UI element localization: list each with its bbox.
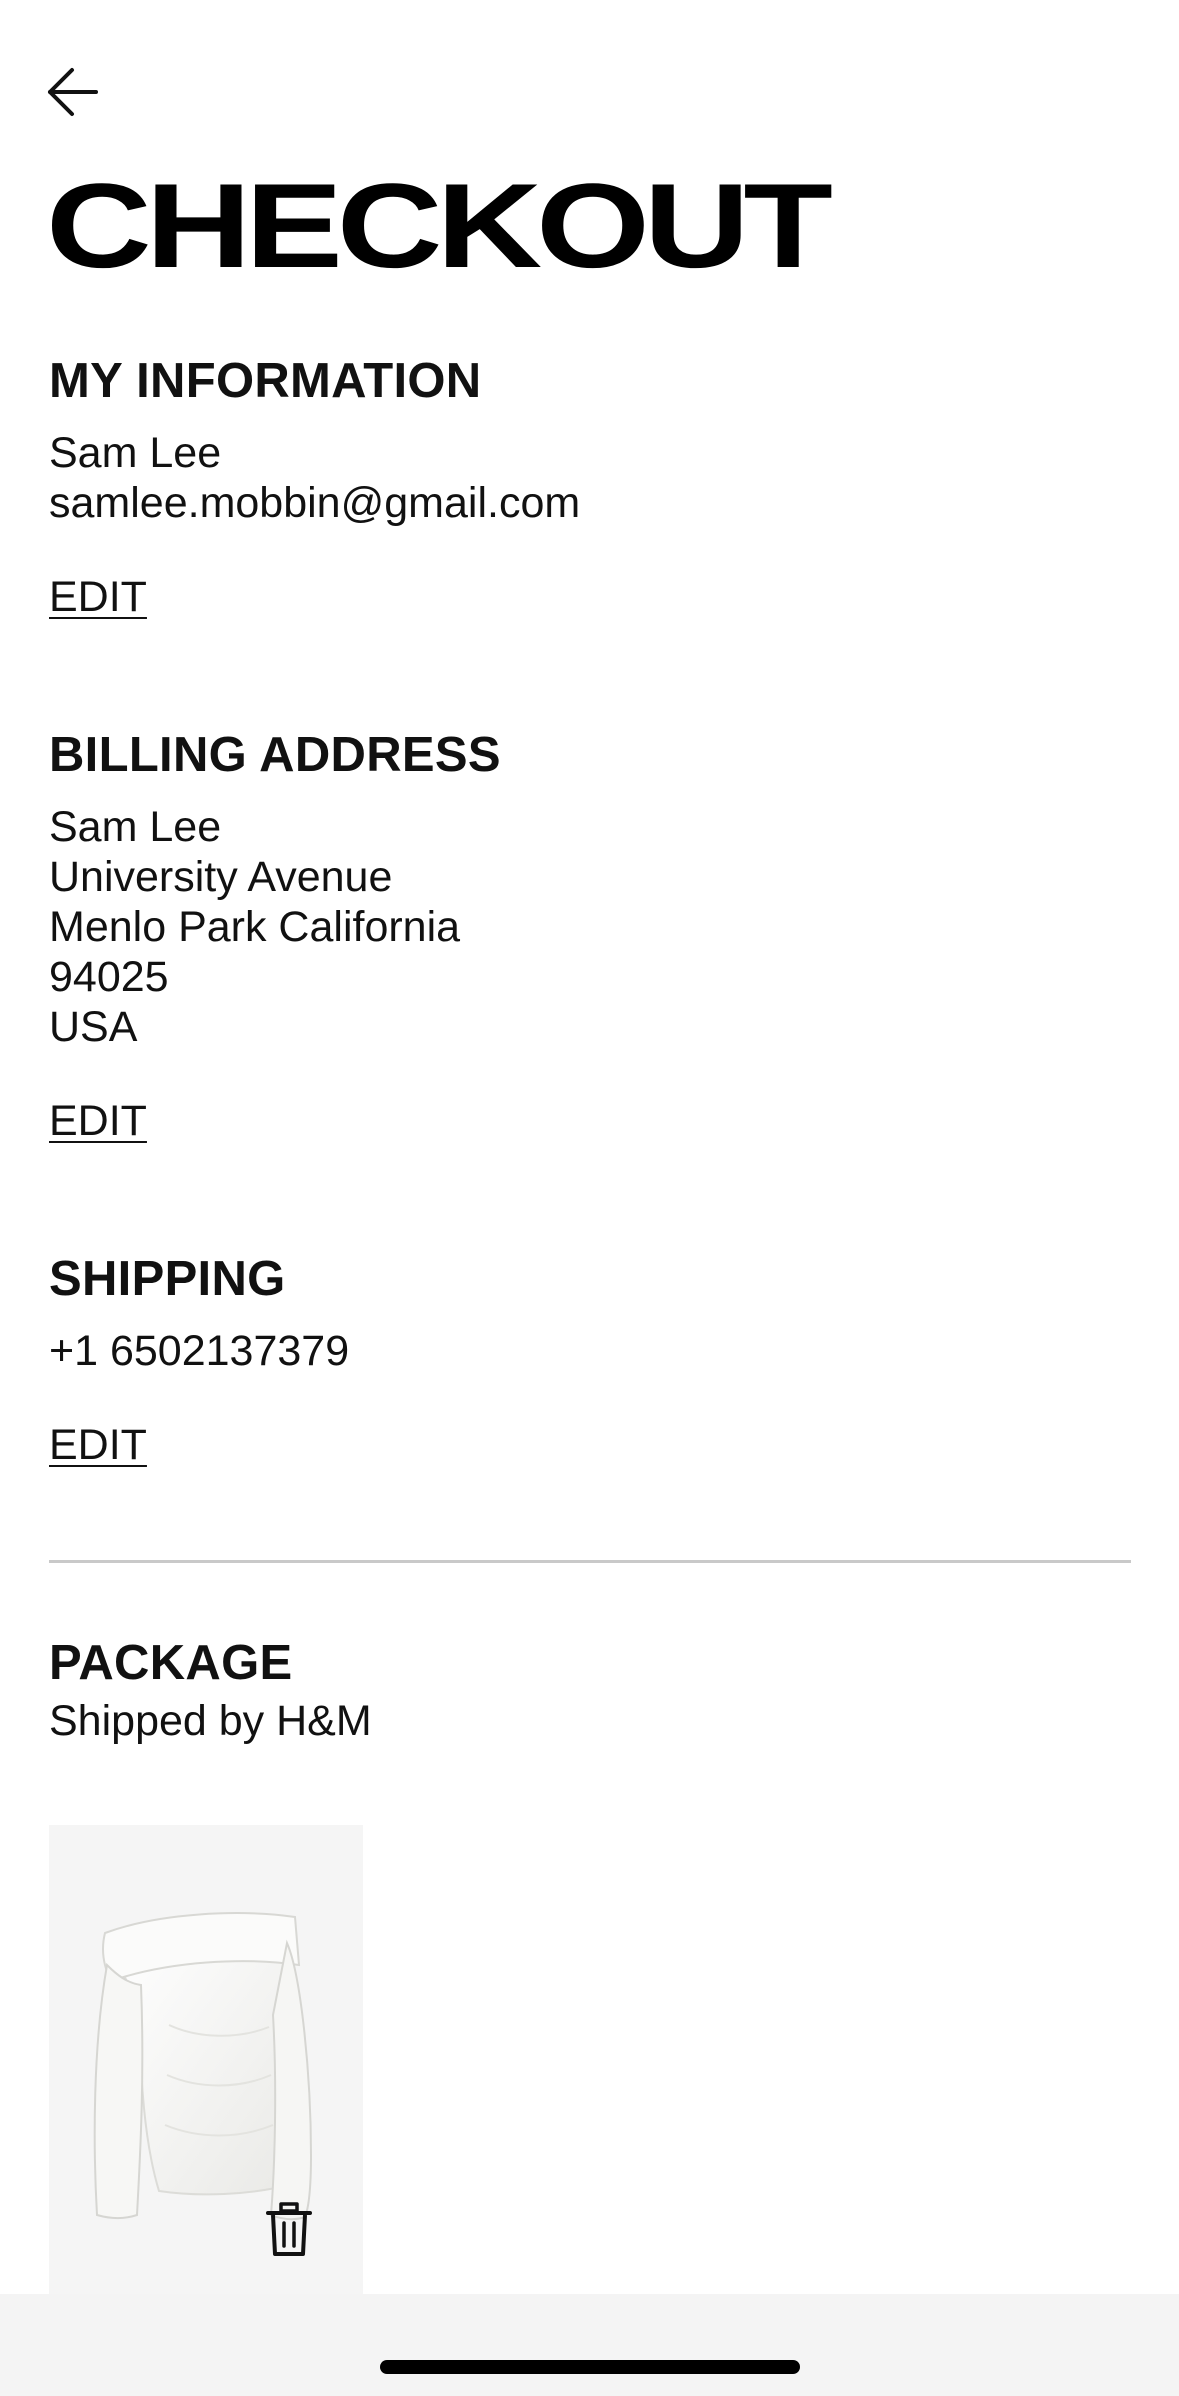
section-heading: BILLING ADDRESS [49,728,501,782]
my-information-section: MY INFORMATION Sam Lee samlee.mobbin@gma… [49,352,1129,622]
section-heading: PACKAGE [49,1636,293,1690]
page-title: CHECKOUT [46,159,833,293]
home-indicator[interactable] [380,2360,800,2374]
edit-information-link[interactable]: EDIT [49,572,147,622]
billing-address-section: BILLING ADDRESS Sam Lee University Avenu… [49,726,1129,1146]
checkout-screen: CHECKOUT MY INFORMATION Sam Lee samlee.m… [0,0,1179,2396]
edit-billing-address-link[interactable]: EDIT [49,1096,147,1146]
back-button[interactable] [44,66,100,118]
address-line: 94025 [49,953,169,1001]
address-line: USA [49,1003,138,1051]
arrow-left-icon [48,68,98,116]
package-item[interactable] [49,1825,363,2295]
edit-shipping-link[interactable]: EDIT [49,1420,147,1470]
product-image [93,1912,313,2221]
section-heading: SHIPPING [49,1252,286,1306]
trash-icon [266,2202,312,2256]
delete-item-button[interactable] [263,2201,315,2259]
address-lines: Sam Lee University Avenue Menlo Park Cal… [49,802,1129,1052]
customer-name: Sam Lee [49,429,222,477]
shipping-lines: +1 6502137379 [49,1326,1129,1376]
bottom-bar [0,2294,1179,2396]
address-line: Sam Lee [49,803,222,851]
section-divider [49,1560,1131,1563]
customer-email: samlee.mobbin@gmail.com [49,479,581,527]
information-lines: Sam Lee samlee.mobbin@gmail.com [49,428,1129,528]
address-line: University Avenue [49,853,393,901]
package-shipper: Shipped by H&M [49,1697,372,1745]
section-heading: MY INFORMATION [49,354,482,408]
package-section: PACKAGE Shipped by H&M [49,1634,1129,1746]
shipping-section: SHIPPING +1 6502137379 EDIT [49,1250,1129,1470]
address-line: Menlo Park California [49,903,461,951]
shipping-phone: +1 6502137379 [49,1327,350,1375]
